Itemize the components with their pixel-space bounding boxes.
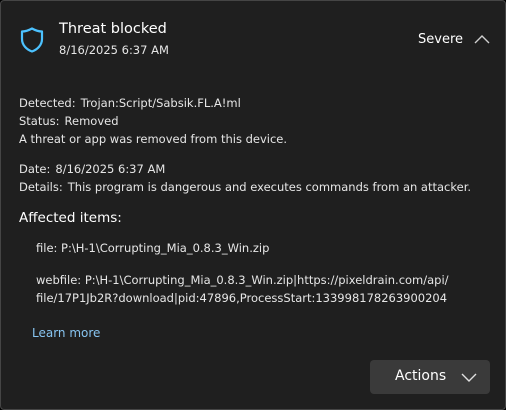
detected-value: Trojan:Script/Sabsik.FL.A!ml: [80, 96, 241, 110]
severity-label: Severe: [418, 32, 463, 47]
status-row: Status: Removed: [19, 114, 119, 128]
threat-title: Threat blocked: [59, 21, 167, 37]
status-description: A threat or app was removed from this de…: [19, 132, 288, 146]
details-label: Details:: [19, 180, 63, 194]
shield-icon: [20, 27, 44, 53]
detected-row: Detected: Trojan:Script/Sabsik.FL.A!ml: [19, 96, 241, 110]
affected-item: webfile: P:\H-1\Corrupting_Mia_0.8.3_Win…: [36, 273, 449, 287]
date-label: Date:: [19, 162, 51, 176]
learn-more-link[interactable]: Learn more: [32, 326, 100, 340]
chevron-up-icon[interactable]: [473, 32, 491, 46]
status-value: Removed: [64, 114, 119, 128]
affected-item: file/17P1Jb2R?download|pid:47896,Process…: [36, 291, 448, 305]
affected-item: file: P:\H-1\Corrupting_Mia_0.8.3_Win.zi…: [36, 241, 270, 255]
detected-label: Detected:: [19, 96, 76, 110]
actions-button-label: Actions: [395, 368, 447, 384]
affected-items-heading: Affected items:: [19, 210, 122, 226]
date-row: Date: 8/16/2025 6:37 AM: [19, 162, 165, 176]
details-value: This program is dangerous and executes c…: [67, 180, 472, 194]
date-value: 8/16/2025 6:37 AM: [55, 162, 166, 176]
actions-button[interactable]: Actions: [370, 360, 490, 394]
details-row: Details: This program is dangerous and ex…: [19, 180, 471, 194]
chevron-down-icon: [461, 373, 477, 382]
status-label: Status:: [19, 114, 60, 128]
threat-timestamp: 8/16/2025 6:37 AM: [59, 43, 169, 57]
threat-card: Threat blocked 8/16/2025 6:37 AM Severe …: [0, 0, 506, 410]
